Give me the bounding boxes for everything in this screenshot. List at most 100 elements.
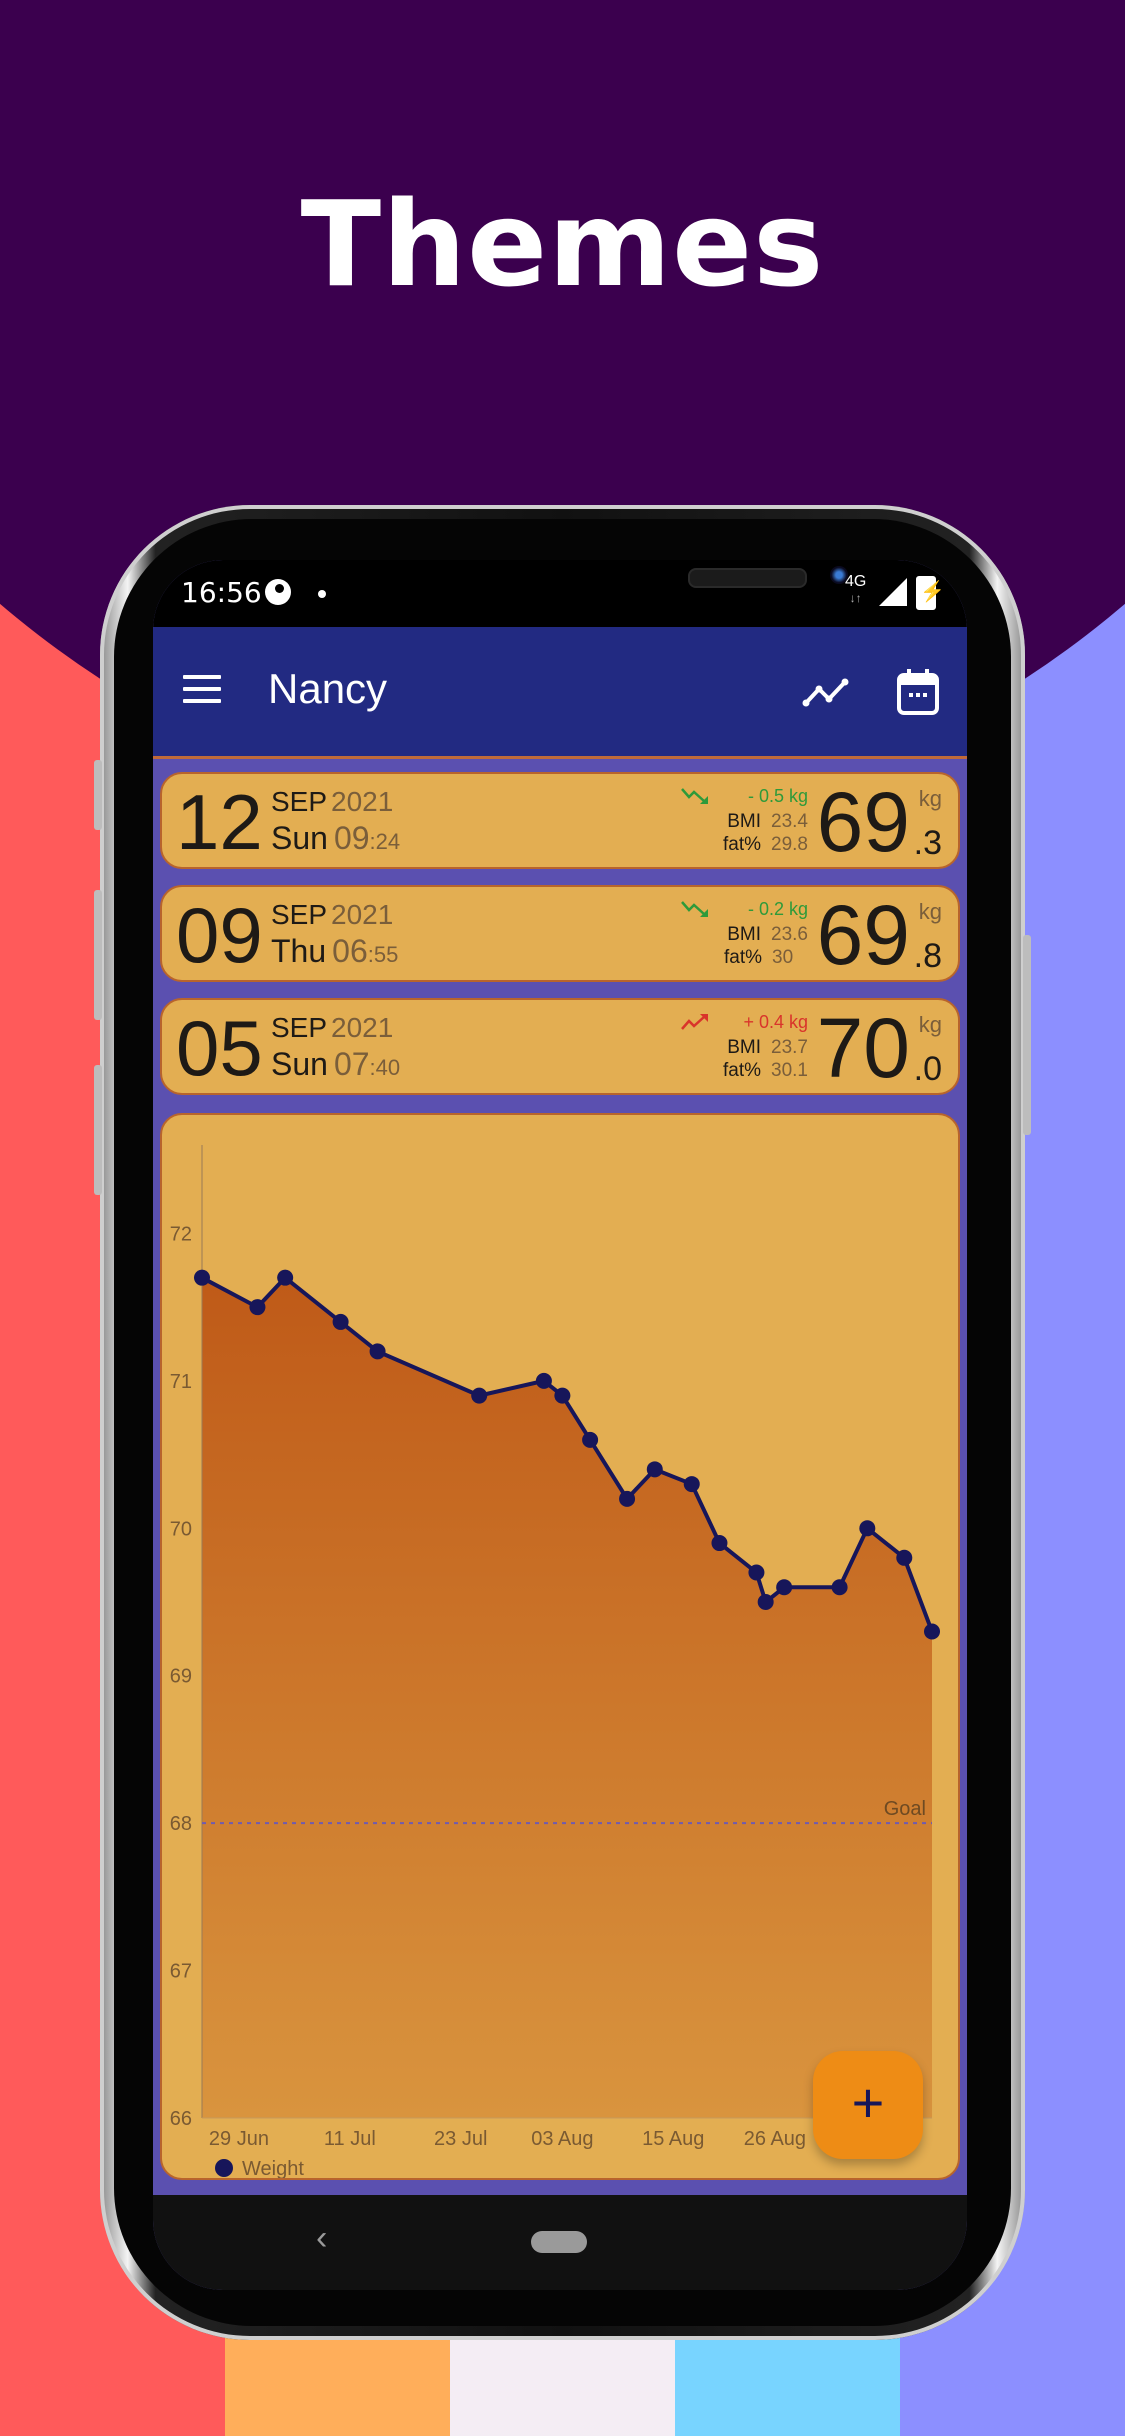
weight-data-point [748, 1564, 765, 1581]
fat-value: 30 [772, 947, 794, 968]
entry-day: 09 [176, 891, 263, 979]
weight-data-point [194, 1269, 210, 1286]
profile-name: Nancy [268, 665, 388, 712]
entry-hour: 06 [332, 933, 368, 969]
entry-list: 12 SEP 2021 Sun 09:24 - 0.5 kg BMI 23.4 fat… [160, 772, 960, 1111]
weight-data-point [535, 1372, 552, 1389]
weight-data-point [776, 1579, 793, 1596]
phone-side-button [94, 890, 102, 1020]
weight-unit: kg [918, 786, 942, 811]
weight-decimal: .8 [913, 937, 942, 975]
entry-weekday: Sun [271, 1046, 328, 1082]
weight-delta: - 0.5 kg [747, 786, 808, 806]
fat-value: 29.8 [771, 834, 808, 855]
weight-data-point [711, 1535, 728, 1552]
weight-data-point [757, 1594, 774, 1611]
entry-year: 2021 [331, 899, 394, 930]
y-tick-label: 70 [170, 1518, 192, 1540]
status-bar: 16:56 4G ↓↑ ⚡ [153, 560, 967, 632]
weight-integer: 69 [816, 775, 910, 869]
entry-day: 05 [176, 1004, 263, 1092]
weight-data-point [249, 1299, 266, 1316]
bmi-value: 23.6 [771, 924, 808, 945]
x-tick-label: 11 Jul [324, 2128, 376, 2150]
x-tick-label: 15 Aug [642, 2128, 704, 2150]
entry-hour: 09 [333, 820, 370, 856]
weight-chart[interactable]: Goal 66 67 68 69 70 71 72 29 Jun 11 Jul 23 Jul 03 A… [162, 1115, 958, 2178]
entry-day: 12 [176, 778, 263, 866]
weight-data-point [582, 1431, 599, 1448]
weight-data-point [332, 1313, 349, 1330]
home-pill[interactable] [531, 2231, 587, 2253]
phone-side-button [1023, 935, 1031, 1135]
weight-entry-card[interactable]: 12 SEP 2021 Sun 09:24 - 0.5 kg BMI 23.4 fat… [160, 772, 960, 869]
entry-minute: :40 [369, 1055, 401, 1080]
y-tick-label: 71 [170, 1371, 192, 1393]
weight-data-point [924, 1623, 940, 1640]
phone-side-button [94, 760, 102, 830]
weight-data-point [683, 1476, 700, 1493]
weight-entry-card[interactable]: 05 SEP 2021 Sun 07:40 + 0.4 kg BMI 23.7 fat… [160, 998, 960, 1095]
entry-year: 2021 [331, 786, 394, 817]
entry-weekday: Sun [271, 820, 328, 856]
bmi-label: BMI [727, 1037, 762, 1058]
app-bar: Nancy [153, 627, 967, 759]
promo-title: Themes [300, 175, 825, 313]
notification-dot-icon [318, 590, 326, 598]
legend-label: Weight [242, 2158, 304, 2178]
plus-icon: + [851, 2071, 885, 2134]
bmi-label: BMI [727, 811, 762, 832]
weight-unit: kg [918, 899, 942, 924]
hamburger-menu-icon[interactable] [183, 675, 221, 703]
y-tick-label: 69 [170, 1666, 192, 1688]
weight-delta: + 0.4 kg [743, 1012, 808, 1032]
notch [338, 560, 848, 632]
y-tick-label: 67 [170, 1961, 192, 1983]
x-tick-label: 03 Aug [531, 2128, 593, 2150]
bmi-value: 23.7 [771, 1037, 808, 1058]
entry-minute: :24 [369, 829, 401, 854]
trend-down-icon [681, 901, 708, 917]
fat-label: fat% [722, 1060, 762, 1081]
bmi-value: 23.4 [771, 811, 808, 832]
fat-value: 30.1 [771, 1060, 808, 1081]
goal-label: Goal [884, 1798, 926, 1820]
weight-data-point [369, 1343, 386, 1360]
network-arrows-icon: ↓↑ [849, 591, 862, 605]
line-chart-icon[interactable] [801, 667, 851, 717]
trend-up-icon [681, 1014, 708, 1030]
trend-down-icon [681, 788, 708, 804]
fat-label: fat% [722, 834, 762, 855]
weight-data-point [859, 1520, 876, 1537]
entry-month: SEP [271, 1012, 328, 1043]
weight-data-point [277, 1269, 294, 1286]
signal-icon [879, 578, 907, 606]
back-icon[interactable]: ‹ [316, 2219, 327, 2258]
weight-decimal: .0 [913, 1050, 942, 1088]
app-screen: 16:56 4G ↓↑ ⚡ Nancy 12 SEP 2021 Sun 09:24 … [153, 560, 967, 2290]
weight-data-point [896, 1549, 913, 1566]
y-tick-label: 72 [170, 1223, 192, 1245]
weight-unit: kg [918, 1012, 942, 1037]
weight-delta: - 0.2 kg [747, 899, 808, 919]
y-tick-label: 66 [170, 2108, 192, 2130]
add-entry-button[interactable]: + [813, 2051, 923, 2159]
fat-label: fat% [723, 947, 762, 968]
weight-decimal: .3 [913, 824, 942, 862]
entry-year: 2021 [331, 1012, 394, 1043]
weight-entry-card[interactable]: 09 SEP 2021 Thu 06:55 - 0.2 kg BMI 23.6 fat… [160, 885, 960, 982]
network-indicator: 4G ↓↑ [845, 574, 866, 606]
weight-integer: 70 [816, 1001, 910, 1095]
x-tick-label: 23 Jul [434, 2128, 487, 2150]
entry-hour: 07 [333, 1046, 370, 1082]
calendar-icon[interactable] [896, 667, 940, 717]
network-type: 4G [845, 573, 867, 590]
weight-data-point [554, 1387, 571, 1404]
weight-integer: 69 [816, 888, 910, 982]
legend-marker [215, 2159, 233, 2177]
status-time: 16:56 [181, 576, 262, 609]
speaker [688, 568, 807, 588]
y-tick-label: 68 [170, 1813, 192, 1835]
entry-month: SEP [271, 899, 328, 930]
weight-data-point [831, 1579, 848, 1596]
